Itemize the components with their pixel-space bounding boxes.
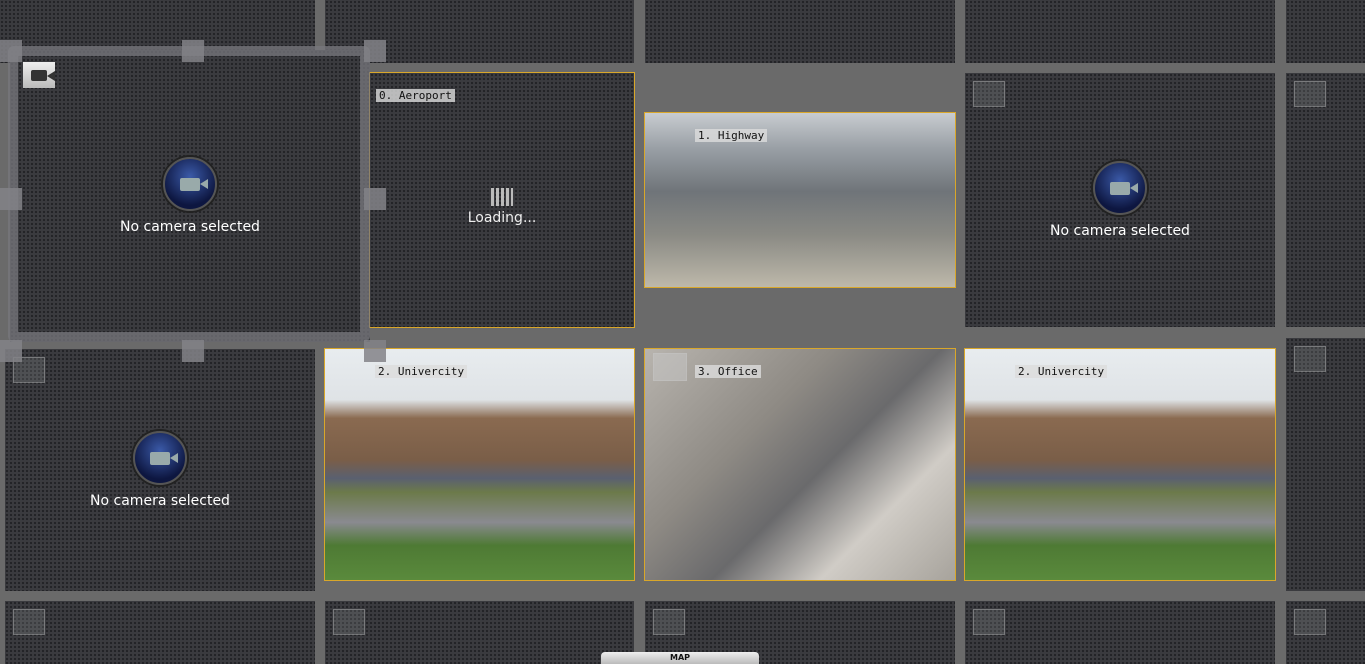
placeholder-icon [13,609,45,635]
resize-handle-corner[interactable] [364,40,386,62]
resize-handle-top[interactable] [182,40,204,62]
camera-icon [31,69,55,81]
camera-icon [1093,161,1147,215]
camera-label: 0. Aeroport [376,89,455,102]
grid-cell[interactable] [1286,73,1365,327]
grid-cell[interactable] [645,0,955,63]
camera-icon [133,431,187,485]
camera-feed-image [325,349,634,580]
grid-cell[interactable] [325,601,634,664]
placeholder-icon [1294,609,1326,635]
no-camera-text: No camera selected [1050,223,1190,239]
resize-handle-corner[interactable] [0,340,22,362]
resize-handle-right[interactable] [364,188,386,210]
resize-handle-corner[interactable] [364,340,386,362]
camera-label: 2. Univercity [1015,365,1108,378]
grid-cell[interactable] [965,601,1275,664]
camera-cell-highway[interactable]: 1. Highway [644,112,956,288]
grid-cell[interactable] [1286,0,1365,63]
grid-cell[interactable] [965,0,1275,63]
loading-text: Loading... [467,210,537,226]
placeholder-icon [1294,81,1326,107]
placeholder-icon [1294,346,1326,372]
grid-cell[interactable] [1286,338,1365,591]
map-toggle-button[interactable]: MAP [601,652,759,664]
monitor-icon [653,353,687,381]
camera-cell-univercity[interactable]: 2. Univercity [324,348,635,581]
placeholder-icon [973,81,1005,107]
selection-frame[interactable] [8,46,370,342]
grid-cell[interactable] [5,601,315,664]
camera-cell-aeroport[interactable]: 0. Aeroport Loading... [369,72,635,328]
grid-cell[interactable] [1286,601,1365,664]
no-camera-text: No camera selected [90,493,230,509]
camera-select-button[interactable] [23,62,55,88]
camera-label: 3. Office [695,365,761,378]
resize-handle-corner[interactable] [0,40,22,62]
camera-feed-image [645,349,955,580]
camera-feed-image [645,113,955,287]
camera-cell-univercity[interactable]: 2. Univercity [964,348,1276,581]
placeholder-icon [973,609,1005,635]
placeholder-icon [333,609,365,635]
camera-feed-image [965,349,1275,580]
camera-label: 2. Univercity [375,365,468,378]
camera-label: 1. Highway [695,129,768,142]
camera-cell-office[interactable]: 3. Office [644,348,956,581]
loading-icon [491,188,513,206]
placeholder-icon [653,609,685,635]
resize-handle-bottom[interactable] [182,340,204,362]
resize-handle-left[interactable] [0,188,22,210]
camera-cell-empty[interactable]: No camera selected [965,73,1275,327]
camera-cell-empty[interactable]: No camera selected [5,349,315,591]
